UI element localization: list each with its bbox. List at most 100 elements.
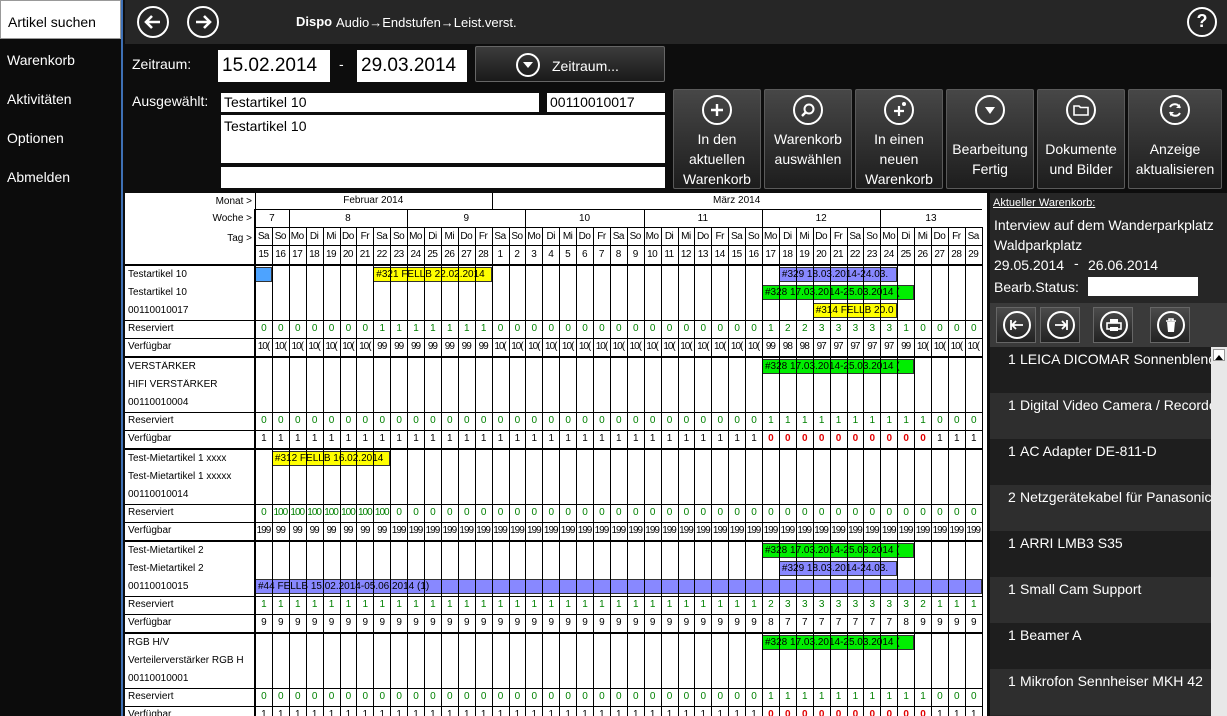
verfuegbar-value: 10(	[494, 341, 506, 352]
reserviert-value: 0	[649, 415, 656, 426]
verfuegbar-value: 1	[278, 433, 284, 444]
cart-item[interactable]: 1 Digital Video Camera / Recorder	[990, 393, 1211, 439]
dokumente-und-bilder-button[interactable]: Dokumente und Bilder	[1037, 89, 1125, 189]
article-extra-field[interactable]	[221, 167, 665, 188]
reserviert-value: 3	[835, 323, 842, 334]
chevron-down-icon	[975, 95, 1005, 125]
reserviert-value: 0	[937, 323, 943, 334]
nav-warenkorb[interactable]: Warenkorb	[0, 39, 121, 78]
article-description-field[interactable]: Testartikel 10	[221, 115, 665, 163]
reserviert-value: 0	[514, 507, 521, 518]
grid-line	[390, 227, 392, 716]
page-title: Dispo	[296, 14, 333, 29]
cart-item[interactable]: 1 Beamer A	[990, 623, 1211, 669]
verfuegbar-value: 9	[311, 617, 318, 628]
bearbeitung-fertig-button[interactable]: Bearbeitung Fertig	[946, 89, 1034, 189]
nav-optionen[interactable]: Optionen	[0, 117, 121, 156]
anzeige-aktualisieren-button[interactable]: Anzeige aktualisieren	[1128, 89, 1222, 189]
weekday-label: Di	[309, 231, 319, 242]
warenkorb-auswaehlen-button[interactable]: Warenkorb auswählen	[764, 89, 852, 189]
print-button[interactable]	[1093, 307, 1133, 343]
in-den-aktuellen-warenkorb-button[interactable]: In den aktuellen Warenkorb	[673, 89, 761, 189]
grid-line	[322, 227, 324, 716]
zeitraum-label: Zeitraum:	[132, 56, 192, 72]
cart-item[interactable]: 1 ARRI LMB3 S35	[990, 531, 1211, 577]
cart-item[interactable]: 1 Mikrofon Sennheiser MKH 42	[990, 669, 1211, 715]
verfuegbar-value: 199	[442, 525, 457, 536]
reserviert-value: 0	[278, 691, 284, 702]
reservation-bar[interactable]: #328 17.03.2014-25.03.2014 (	[762, 285, 915, 300]
cart-item[interactable]: 1 Small Cam Support	[990, 577, 1211, 623]
week-label: 10	[578, 213, 591, 224]
first-page-button[interactable]	[996, 307, 1036, 343]
cart-item-name: ARRI LMB3 S35	[1020, 535, 1123, 551]
reserviert-value: 1	[514, 599, 521, 610]
cart-item-list[interactable]: 1 LEICA DICOMAR Sonnenblende 1 Digital Vide…	[990, 347, 1211, 716]
verfuegbar-value: 1	[379, 709, 385, 716]
back-button[interactable]	[137, 6, 169, 38]
reserviert-value: 0	[954, 691, 960, 702]
forward-button[interactable]	[187, 6, 219, 38]
verfuegbar-value: 7	[852, 617, 859, 628]
nav-aktivitaeten[interactable]: Aktivitäten	[0, 78, 121, 117]
reserviert-value: 0	[666, 507, 673, 518]
day-number-label: 6	[582, 249, 588, 260]
grid-line	[525, 227, 527, 716]
cart-item[interactable]: 2 Netzgerätekabel für Panasonic	[990, 485, 1211, 531]
day-number-label: 27	[934, 249, 945, 260]
day-number-label: 29	[968, 249, 979, 260]
verfuegbar-value: 99	[377, 525, 387, 536]
reserviert-value: 1	[531, 599, 538, 610]
last-page-button[interactable]	[1040, 307, 1080, 343]
zeitraum-button[interactable]: Zeitraum...	[475, 46, 665, 82]
verfuegbar-value: 0	[869, 709, 876, 716]
reserviert-value: 1	[379, 323, 385, 334]
verfuegbar-value: 9	[362, 617, 369, 628]
date-to-field[interactable]: 29.03.2014	[357, 50, 467, 82]
reservation-bar[interactable]: #328 17.03.2014-25.03.2014 (	[762, 543, 915, 558]
weekday-label: Mo	[290, 231, 304, 242]
weekday-label: Do	[933, 231, 946, 242]
cart-item[interactable]: 1 AC Adapter DE-811-D	[990, 439, 1211, 485]
verfuegbar-value: 1	[734, 433, 740, 444]
in-einen-neuen-warenkorb-button[interactable]: In einen neuen Warenkorb	[855, 89, 943, 189]
delete-button[interactable]	[1150, 307, 1190, 343]
nav-abmelden[interactable]: Abmelden	[0, 156, 121, 195]
reservation-bar[interactable]: #314 FELLB 20.0	[812, 303, 898, 318]
reserviert-value: 1	[768, 323, 774, 334]
reserviert-value: 0	[616, 323, 622, 334]
reservation-bar[interactable]: #328 17.03.2014-25.03.2014 (	[762, 359, 915, 374]
date-from-field[interactable]: 15.02.2014	[218, 50, 330, 82]
scroll-up-button[interactable]	[1213, 349, 1225, 361]
grid-line	[643, 227, 645, 716]
verfuegbar-value: 0	[903, 433, 909, 444]
cart-title[interactable]: Aktueller Warenkorb:	[993, 197, 1095, 209]
verfuegbar-value: 9	[413, 617, 419, 628]
reservation-bar[interactable]: #328 17.03.2014-25.03.2014 (	[762, 635, 915, 650]
reserviert-value: 0	[362, 415, 369, 426]
grid-line	[609, 227, 611, 716]
reserviert-value: 0	[954, 323, 960, 334]
cart-item[interactable]: 1 LEICA DICOMAR Sonnenblende	[990, 347, 1211, 393]
help-button[interactable]: ?	[1187, 7, 1217, 37]
reserviert-value: 0	[700, 691, 707, 702]
reservation-bar[interactable]	[255, 267, 272, 282]
verfuegbar-value: 9	[632, 617, 639, 628]
article-name-field[interactable]: Testartikel 10	[221, 93, 539, 112]
cart-status-field[interactable]	[1088, 277, 1198, 296]
cart-item-qty: 1	[1008, 581, 1016, 597]
jump-end-icon	[1047, 311, 1075, 339]
reservation-bar[interactable]: #44 FELLB 15.02.2014-05.06.2014 (1)	[255, 579, 982, 594]
verfuegbar-value: 0	[785, 433, 791, 444]
cart-scrollbar[interactable]	[1211, 347, 1227, 716]
nav-artikel-suchen[interactable]: Artikel suchen	[0, 0, 121, 39]
reserviert-value: 0	[514, 415, 521, 426]
reserviert-value: 1	[920, 415, 926, 426]
weekday-label: Mo	[409, 231, 422, 242]
availability-grid[interactable]: Monat > Woche > Tag > Februar 2014 März 2014…	[125, 193, 987, 716]
reserviert-value: 1	[480, 323, 487, 334]
article-number-field[interactable]: 00110010017	[547, 93, 665, 112]
verfuegbar-value: 8	[903, 617, 909, 628]
verfuegbar-value: 9	[717, 617, 723, 628]
verfuegbar-value: 1	[666, 709, 673, 716]
